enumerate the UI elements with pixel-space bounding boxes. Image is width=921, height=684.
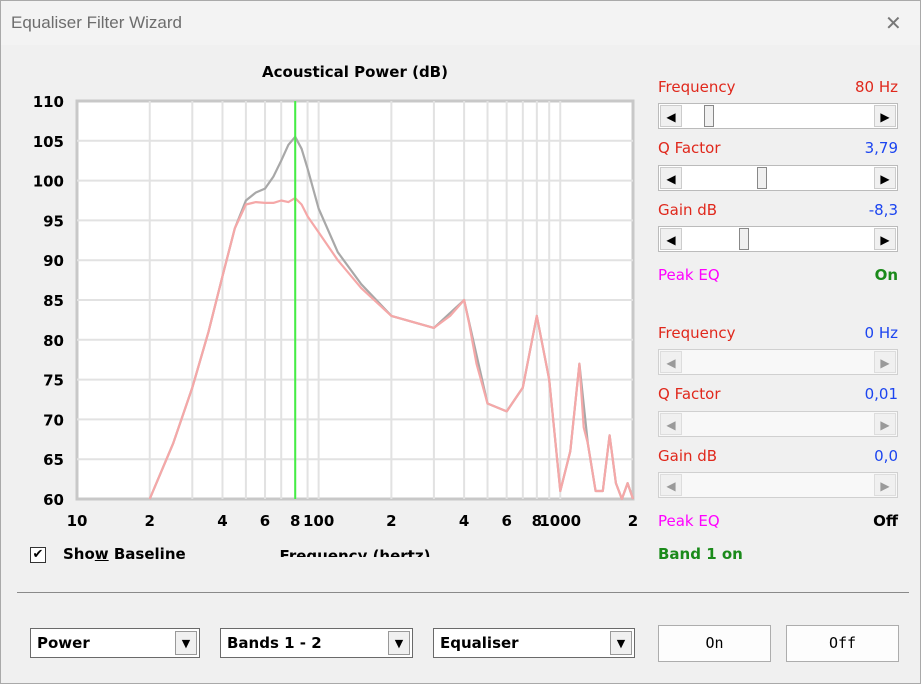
x-tick-label: 100 <box>303 512 334 530</box>
chart-title: Acoustical Power (dB) <box>262 63 448 81</box>
band1-frequency-slider[interactable]: ◀ ▶ <box>658 103 898 129</box>
band1-frequency-label: Frequency <box>658 78 736 96</box>
band2-gain-left-arrow-icon[interactable]: ◀ <box>660 474 682 496</box>
show-baseline-checkbox[interactable]: ✔ <box>30 547 46 563</box>
filter-type-value: Equaliser <box>440 634 519 652</box>
band1-q-factor-label: Q Factor <box>658 139 721 157</box>
y-tick-label: 85 <box>43 292 64 310</box>
chevron-down-icon[interactable]: ▼ <box>610 631 632 655</box>
band2-frequency-label: Frequency <box>658 324 736 342</box>
band2-frequency-value: 0 Hz <box>864 324 898 342</box>
band2-frequency-slider[interactable]: ◀ ▶ <box>658 349 898 375</box>
band2-gain-label: Gain dB <box>658 447 718 465</box>
bands-value: Bands 1 - 2 <box>227 634 322 652</box>
band2-frequency-left-arrow-icon[interactable]: ◀ <box>660 351 682 373</box>
band1-frequency-value: 80 Hz <box>854 78 898 96</box>
chevron-down-icon[interactable]: ▼ <box>175 631 197 655</box>
band1-frequency-thumb[interactable] <box>704 105 714 127</box>
band1-type-label: Peak EQ <box>658 266 720 284</box>
band-status: Band 1 on <box>658 545 743 563</box>
show-baseline-label: Show Baseline <box>63 545 186 563</box>
x-tick-label: 1000 <box>539 512 581 530</box>
x-tick-label: 6 <box>501 512 511 530</box>
off-button[interactable]: Off <box>786 625 899 662</box>
x-tick-label: 8 <box>290 512 300 530</box>
on-button[interactable]: On <box>658 625 771 662</box>
band2-type-label: Peak EQ <box>658 512 720 530</box>
show-baseline-label-pre: Sho <box>63 545 95 563</box>
y-tick-label: 70 <box>43 411 64 429</box>
view-mode-combo[interactable]: Power ▼ <box>30 628 200 658</box>
y-tick-label: 65 <box>43 451 64 469</box>
band2-q-factor-label: Q Factor <box>658 385 721 403</box>
window-title: Equaliser Filter Wizard <box>11 13 182 32</box>
x-tick-label: 10 <box>67 512 88 530</box>
band2-q-factor-value: 0,01 <box>864 385 898 403</box>
band2-q-right-arrow-icon[interactable]: ▶ <box>874 413 896 435</box>
band1-q-thumb[interactable] <box>757 167 767 189</box>
y-axis-ticks: 110 105 100 95 90 85 80 75 70 65 60 <box>33 93 64 509</box>
y-tick-label: 100 <box>33 173 64 191</box>
band1-q-factor-value: 3,79 <box>864 139 898 157</box>
band1-gain-slider[interactable]: ◀ ▶ <box>658 226 898 252</box>
show-baseline-label-post: Baseline <box>108 545 186 563</box>
band2-state: Off <box>873 512 898 530</box>
x-tick-label: 2 <box>145 512 155 530</box>
x-axis-label: Frequency (hertz) <box>280 547 431 557</box>
band2-q-left-arrow-icon[interactable]: ◀ <box>660 413 682 435</box>
band1-frequency-right-arrow-icon[interactable]: ▶ <box>874 105 896 127</box>
band1-q-factor-slider[interactable]: ◀ ▶ <box>658 165 898 191</box>
y-tick-label: 80 <box>43 332 64 350</box>
x-tick-label: 6 <box>260 512 270 530</box>
title-bar: Equaliser Filter Wizard ✕ <box>1 1 920 45</box>
chevron-down-icon[interactable]: ▼ <box>388 631 410 655</box>
acoustical-power-chart: Acoustical Power (dB) 110 105 100 95 90 85 80 7… <box>33 63 639 557</box>
y-tick-label: 90 <box>43 252 64 270</box>
close-icon[interactable]: ✕ <box>885 11 902 35</box>
band2-gain-value: 0,0 <box>874 447 898 465</box>
band1-gain-value: -8,3 <box>868 201 898 219</box>
divider <box>17 592 909 593</box>
view-mode-value: Power <box>37 634 90 652</box>
band1-q-right-arrow-icon[interactable]: ▶ <box>874 167 896 189</box>
band1-q-left-arrow-icon[interactable]: ◀ <box>660 167 682 189</box>
band1-state: On <box>874 266 898 284</box>
show-baseline-label-accel: w <box>94 545 109 563</box>
bands-combo[interactable]: Bands 1 - 2 ▼ <box>220 628 413 658</box>
filter-type-combo[interactable]: Equaliser ▼ <box>433 628 635 658</box>
band1-gain-right-arrow-icon[interactable]: ▶ <box>874 228 896 250</box>
band1-gain-label: Gain dB <box>658 201 718 219</box>
band1-frequency-left-arrow-icon[interactable]: ◀ <box>660 105 682 127</box>
band2-gain-right-arrow-icon[interactable]: ▶ <box>874 474 896 496</box>
y-tick-label: 60 <box>43 491 64 509</box>
x-tick-label: 2 <box>628 512 638 530</box>
band1-gain-thumb[interactable] <box>739 228 749 250</box>
y-tick-label: 75 <box>43 372 64 390</box>
y-tick-label: 105 <box>33 133 64 151</box>
x-tick-label: 4 <box>459 512 469 530</box>
x-tick-label: 4 <box>217 512 227 530</box>
y-tick-label: 110 <box>33 93 64 111</box>
equaliser-filter-wizard-window: Equaliser Filter Wizard ✕ Acoustical Pow… <box>0 0 921 684</box>
band2-gain-slider[interactable]: ◀ ▶ <box>658 472 898 498</box>
x-axis-ticks: 10 2 4 6 8 100 2 4 6 81000 2 <box>67 512 639 530</box>
x-tick-label: 2 <box>386 512 396 530</box>
band2-q-factor-slider[interactable]: ◀ ▶ <box>658 411 898 437</box>
y-tick-label: 95 <box>43 212 64 230</box>
band2-frequency-right-arrow-icon[interactable]: ▶ <box>874 351 896 373</box>
band1-gain-left-arrow-icon[interactable]: ◀ <box>660 228 682 250</box>
